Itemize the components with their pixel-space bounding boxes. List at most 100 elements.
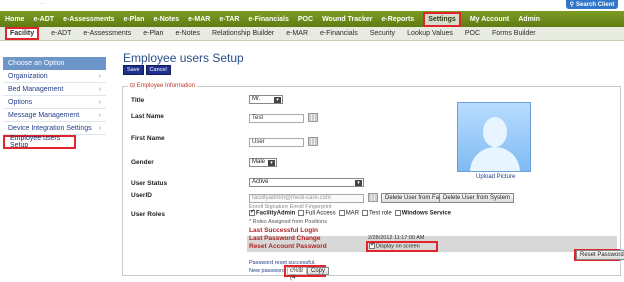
delete-user-system-button[interactable]: Delete User from System	[439, 193, 515, 203]
sub-nav-e-assessments[interactable]: e-Assessments	[83, 30, 131, 37]
role-label: FacilityAdmin	[256, 210, 296, 217]
last-login-label: Last Successful Login	[249, 227, 318, 234]
title-value: Mr.	[252, 96, 261, 102]
sidebar-items: Organization › Bed Management › Options › Mess…	[3, 70, 106, 149]
gender-select[interactable]: Male ▾	[249, 158, 277, 167]
role-facilityadmin[interactable]: FacilityAdmin	[249, 208, 296, 217]
main-nav-e-notes[interactable]: e-Notes	[153, 16, 179, 23]
reset-password-label: Reset Account Password	[249, 243, 327, 250]
role-checkbox[interactable]	[338, 210, 345, 216]
roles-note: * Roles Assigned from Positions	[249, 219, 327, 225]
sub-nav-e-plan[interactable]: e-Plan	[143, 30, 163, 37]
sidebar-item-label: Employee users Setup	[10, 135, 61, 149]
last-name-input[interactable]: Test	[249, 114, 304, 123]
logo: ...	[40, 0, 45, 6]
main-nav-e-tar[interactable]: e-TAR	[219, 16, 239, 23]
keyboard-icon[interactable]	[308, 137, 318, 146]
title-label: Title	[131, 97, 145, 104]
sidebar-item-employee-users-setup[interactable]: Employee users Setup	[3, 135, 76, 149]
sidebar-item-bed-management[interactable]: Bed Management ›	[3, 83, 106, 96]
employee-info-legend[interactable]: ⊟ Employee Information	[128, 82, 198, 89]
sidebar-item-message-management[interactable]: Message Management ›	[3, 109, 106, 122]
search-client-button[interactable]: ⚲ Search Client	[566, 0, 618, 9]
role-checkbox[interactable]	[362, 210, 369, 216]
main-nav: Home e-ADT e-Assessments e-Plan e-Notes e-MAR…	[0, 11, 624, 27]
keyboard-icon[interactable]	[368, 193, 378, 202]
sub-nav-lookup-values[interactable]: Lookup Values	[407, 30, 453, 37]
sidebar-item-organization[interactable]: Organization ›	[3, 70, 106, 83]
sidebar-item-label: Bed Management	[8, 85, 64, 93]
sub-nav: Facility e-ADT e-Assessments e-Plan e-Notes R…	[0, 27, 624, 41]
display-on-screen-option[interactable]: Display on screen	[369, 241, 420, 250]
userid-label: UserID	[131, 192, 152, 199]
chevron-right-icon: ›	[98, 111, 101, 119]
new-password-label: New password:	[249, 268, 287, 274]
role-checkbox[interactable]	[394, 210, 401, 216]
title-select[interactable]: Mr. ▾	[249, 95, 283, 104]
sidebar-item-label: Message Management	[8, 111, 80, 119]
sub-nav-e-notes[interactable]: e-Notes	[175, 30, 200, 37]
role-windows-service[interactable]: Windows Service	[394, 210, 452, 217]
user-status-select[interactable]: Active ▾	[249, 178, 364, 187]
main-nav-my-account[interactable]: My Account	[470, 16, 509, 23]
chevron-right-icon: ›	[98, 72, 101, 80]
sub-nav-relationship-builder[interactable]: Relationship Builder	[212, 30, 274, 37]
sub-nav-poc[interactable]: POC	[465, 30, 480, 37]
sub-nav-security[interactable]: Security	[370, 30, 395, 37]
display-on-screen-label: Display on screen	[376, 243, 420, 250]
main-nav-admin[interactable]: Admin	[518, 16, 540, 23]
main-nav-settings[interactable]: Settings	[423, 11, 461, 27]
keyboard-icon[interactable]	[308, 113, 318, 122]
chevron-right-icon: ›	[98, 85, 101, 93]
upload-picture-link[interactable]: Upload Picture	[476, 174, 515, 180]
main-nav-e-adt[interactable]: e-ADT	[33, 16, 54, 23]
sidebar-item-label: Options	[8, 98, 33, 106]
role-checkbox[interactable]	[249, 208, 255, 216]
sub-nav-e-adt[interactable]: e-ADT	[51, 30, 71, 37]
main-nav-e-reports[interactable]: e-Reports	[382, 16, 415, 23]
role-label: Windows Service	[401, 210, 452, 217]
copy-password-button[interactable]: Copy	[307, 267, 330, 275]
sidebar-item-options[interactable]: Options ›	[3, 96, 106, 109]
main-nav-poc[interactable]: POC	[298, 16, 313, 23]
sidebar-header: Choose an Option	[3, 57, 106, 70]
role-full-access[interactable]: Full Access	[298, 210, 336, 217]
reset-password-button[interactable]: Reset Password	[576, 250, 624, 260]
main-nav-e-financials[interactable]: e-Financials	[248, 16, 288, 23]
new-password-value[interactable]: c%$!(4	[287, 267, 307, 281]
chevron-down-icon: ▾	[355, 180, 362, 186]
main-nav-e-mar[interactable]: e-MAR	[188, 16, 210, 23]
role-checkbox[interactable]	[298, 210, 305, 216]
user-photo	[457, 102, 531, 172]
main-nav-home[interactable]: Home	[5, 16, 24, 23]
gender-value: Male	[252, 159, 266, 165]
search-client-label: Search Client	[576, 1, 615, 8]
main-nav-e-assessments[interactable]: e-Assessments	[63, 16, 114, 23]
main-nav-e-plan[interactable]: e-Plan	[123, 16, 144, 23]
chevron-down-icon: ▾	[274, 97, 281, 103]
sidebar-item-label: Organization	[8, 72, 48, 80]
first-name-input[interactable]: User	[249, 138, 304, 147]
main-nav-wound-tracker[interactable]: Wound Tracker	[322, 16, 372, 23]
sidebar-item-device-integration-settings[interactable]: Device Integration Settings ›	[3, 122, 106, 135]
search-icon: ⚲	[569, 2, 575, 8]
sub-nav-e-mar[interactable]: e-MAR	[286, 30, 308, 37]
user-roles-label: User Roles	[131, 211, 165, 218]
user-status-label: User Status	[131, 180, 168, 187]
cancel-button[interactable]: Cancel	[145, 65, 171, 75]
gender-label: Gender	[131, 159, 154, 166]
save-button[interactable]: Save	[123, 65, 144, 75]
userid-input[interactable]: facilityadmin@medi-care.com	[249, 194, 364, 203]
role-test-role[interactable]: Test role	[362, 210, 392, 217]
sidebar-item-label: Device Integration Settings	[8, 124, 92, 132]
last-name-label: Last Name	[131, 113, 164, 120]
sub-nav-forms-builder[interactable]: Forms Builder	[492, 30, 536, 37]
page-actions: Save Cancel	[123, 65, 171, 75]
avatar-head	[483, 117, 507, 147]
display-on-screen-checkbox[interactable]	[369, 241, 375, 249]
chevron-right-icon: ›	[98, 98, 101, 106]
role-mar[interactable]: MAR	[338, 210, 359, 217]
sub-nav-facility[interactable]: Facility	[5, 27, 40, 40]
chevron-right-icon: ›	[98, 124, 101, 132]
sub-nav-e-financials[interactable]: e-Financials	[320, 30, 358, 37]
